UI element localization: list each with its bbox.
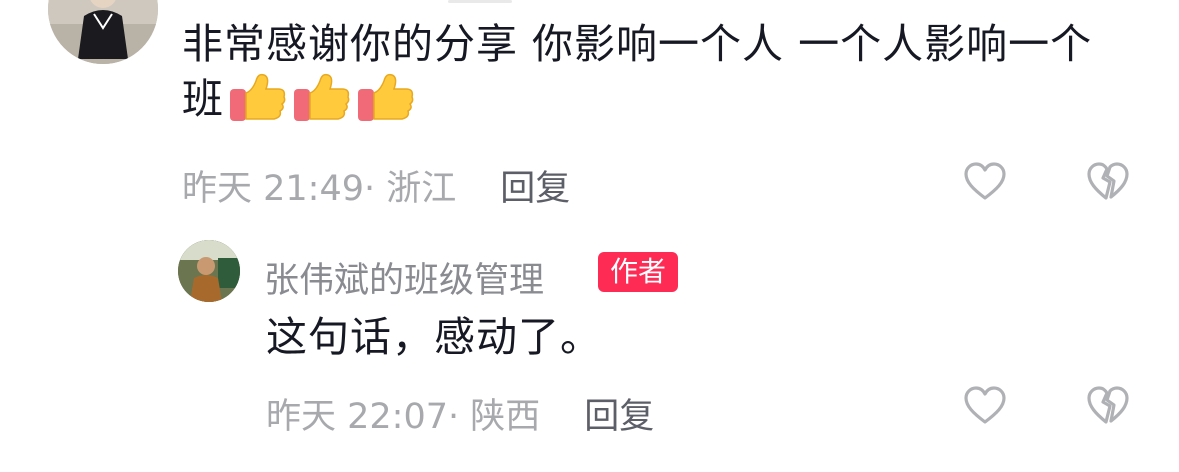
commenter-avatar[interactable]	[48, 0, 158, 64]
author-name[interactable]: 张伟斌的班级管理	[264, 252, 544, 303]
comment-time: 昨天 21:49	[182, 169, 364, 209]
thumbs-up-emoji-2	[292, 71, 352, 123]
top-divider	[448, 0, 512, 3]
thumbs-up-emoji-1	[228, 71, 288, 123]
comment-meta: 昨天 21:49· 浙江 回复	[182, 160, 570, 211]
broken-heart-outline-icon[interactable]	[1086, 386, 1130, 426]
author-badge: 作者	[598, 252, 679, 292]
reply-button[interactable]: 回复	[500, 169, 570, 209]
comment-location: · 浙江	[364, 169, 457, 209]
reply-location: · 陕西	[448, 397, 541, 437]
heart-outline-icon[interactable]	[963, 162, 1007, 202]
reply-time: 昨天 22:07	[266, 397, 448, 437]
reply-reply-button[interactable]: 回复	[584, 397, 654, 437]
reply-meta: 昨天 22:07· 陕西 回复	[266, 388, 654, 439]
author-avatar[interactable]	[178, 240, 240, 302]
broken-heart-outline-icon[interactable]	[1086, 162, 1130, 202]
reply-text: 这句话，感动了。	[266, 313, 602, 361]
comment-text: 非常感谢你的分享 你影响一个人 一个人影响一个班	[182, 17, 1122, 126]
heart-outline-icon[interactable]	[963, 386, 1007, 426]
thumbs-up-emoji-3	[356, 71, 416, 123]
